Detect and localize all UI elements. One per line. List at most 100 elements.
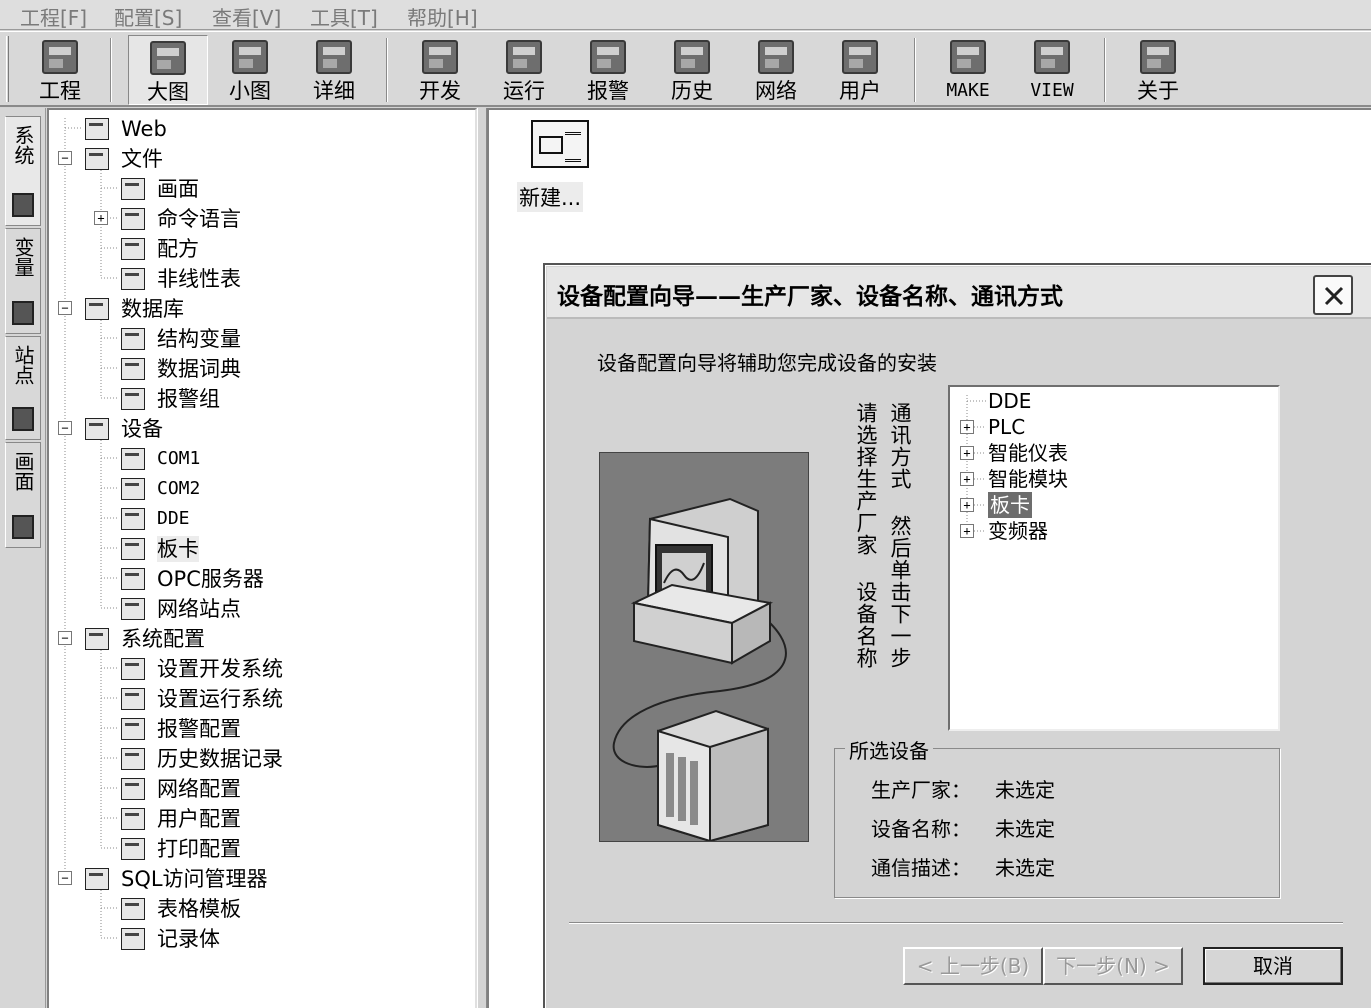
tree-expander-devices[interactable]: − [58, 421, 72, 435]
device-node-label: 智能模块 [988, 467, 1068, 491]
folder-icon [85, 148, 109, 170]
tree-item-label: 网络站点 [157, 597, 241, 621]
user-config-icon [121, 808, 145, 830]
toolbar-alarm-button[interactable]: 报警 [572, 35, 644, 105]
serial-port-icon [121, 448, 145, 470]
device-node-label: 变频器 [988, 519, 1048, 543]
toolbar-project-button[interactable]: 工程 [24, 35, 96, 105]
dialog-separator [569, 922, 1343, 924]
toolbar-run-button[interactable]: 运行 [488, 35, 560, 105]
prev-button[interactable]: < 上一步(B) [903, 947, 1043, 985]
next-button[interactable]: 下一步(N) > [1043, 947, 1183, 985]
comm-desc-label: 通信描述： [871, 856, 971, 880]
toolbar-network-button[interactable]: 网络 [740, 35, 812, 105]
tree-item-label: 系统配置 [121, 627, 205, 651]
toolbar-separator [914, 38, 916, 102]
alarm-config-icon [121, 718, 145, 740]
struct-variable-icon [121, 328, 145, 350]
toolbar-details-button[interactable]: 详细 [298, 35, 370, 105]
device-expander-smart-instrument[interactable]: + [960, 446, 974, 460]
tab-station[interactable]: 站点 [5, 336, 41, 440]
dialog-title-bar[interactable]: 设备配置向导——生产厂家、设备名称、通讯方式 [547, 267, 1371, 319]
screen-icon [12, 515, 34, 539]
system-icon [12, 193, 34, 217]
toolbar-make-button[interactable]: MAKE [930, 35, 1006, 105]
history-record-icon [121, 748, 145, 770]
tree-item-label: DDE [157, 508, 190, 529]
recipe-icon [121, 238, 145, 260]
board-card-icon [121, 538, 145, 560]
toolbar-history-button[interactable]: 历史 [656, 35, 728, 105]
tree-expander-file[interactable]: − [58, 151, 72, 165]
toolbar-label: 运行 [503, 79, 545, 103]
make-icon [950, 40, 986, 74]
nonlinear-table-icon [121, 268, 145, 290]
alarm-group-icon [121, 388, 145, 410]
tree-item-label: 数据词典 [157, 357, 241, 381]
toolbar-large-icons-button[interactable]: 大图 [128, 35, 208, 105]
tab-system[interactable]: 系统 [5, 116, 41, 226]
tools-icon [85, 628, 109, 650]
device-expander-board-card[interactable]: + [960, 498, 974, 512]
tree-item-label: 板卡 [157, 536, 199, 562]
tree-item-label: 画面 [157, 177, 199, 201]
toolbar-label: 关于 [1137, 79, 1179, 103]
instruction-line: 然后单击下一步 [888, 515, 912, 669]
side-tab-bar: 系统 变量 站点 画面 [0, 108, 46, 1008]
device-expander-inverter[interactable]: + [960, 524, 974, 538]
record-icon [121, 928, 145, 950]
device-expander-plc[interactable]: + [960, 420, 974, 434]
tree-expander-sql-manager[interactable]: − [58, 871, 72, 885]
menu-tools[interactable]: 工具[T] [310, 2, 378, 31]
history-icon [674, 40, 710, 74]
instruction-line: 设备名称 [854, 581, 878, 669]
tree-expander-system-config[interactable]: − [58, 631, 72, 645]
device-node-label: DDE [988, 389, 1032, 413]
print-config-icon [121, 838, 145, 860]
menu-project[interactable]: 工程[F] [20, 2, 87, 31]
devices-icon [85, 418, 109, 440]
toolbar-develop-button[interactable]: 开发 [404, 35, 476, 105]
cancel-button[interactable]: 取消 [1203, 947, 1343, 985]
toolbar-view-button[interactable]: VIEW [1014, 35, 1090, 105]
new-device-label: 新建... [517, 182, 584, 212]
tree-item-label: Web [121, 117, 167, 141]
computer-device-illustration [599, 452, 809, 843]
serial-port-icon [121, 478, 145, 500]
menu-view[interactable]: 查看[V] [212, 2, 281, 31]
toolbar-user-button[interactable]: 用户 [824, 35, 896, 105]
device-wizard-dialog: 设备配置向导——生产厂家、设备名称、通讯方式 设备配置向导将辅助您完成设备的安装 [543, 263, 1371, 1008]
device-expander-smart-module[interactable]: + [960, 472, 974, 486]
toolbar-grip[interactable] [6, 36, 9, 102]
tab-label: 变量 [11, 237, 35, 277]
toolbar-about-button[interactable]: 关于 [1122, 35, 1194, 105]
toolbar-label: 用户 [839, 79, 881, 103]
toolbar-label: 小图 [229, 79, 271, 103]
sql-icon [85, 868, 109, 890]
tree-expander-database[interactable]: − [58, 301, 72, 315]
develop-icon [422, 40, 458, 74]
tab-label: 画面 [11, 451, 35, 491]
tab-screen[interactable]: 画面 [5, 442, 41, 548]
tree-item-label: 记录体 [157, 927, 220, 951]
toolbar-label: VIEW [1030, 80, 1074, 101]
toolbar-separator [386, 38, 388, 102]
tab-label: 系统 [11, 125, 35, 165]
group-title: 所选设备 [845, 735, 933, 764]
tree-item-label: 打印配置 [157, 837, 241, 861]
tab-variable[interactable]: 变量 [5, 228, 41, 334]
close-button[interactable] [1313, 275, 1353, 315]
menu-help[interactable]: 帮助[H] [407, 2, 478, 31]
tree-item-label: 设置运行系统 [157, 687, 283, 711]
tree-item-label: 报警组 [157, 387, 220, 411]
menu-bar: 工程[F] 配置[S] 查看[V] 工具[T] 帮助[H] [0, 0, 1371, 30]
toolbar-separator [110, 38, 112, 102]
wizard-intro-text: 设备配置向导将辅助您完成设备的安装 [597, 351, 937, 375]
station-icon [12, 407, 34, 431]
panel-splitter[interactable] [477, 108, 487, 1008]
details-icon [316, 40, 352, 74]
menu-config[interactable]: 配置[S] [114, 2, 182, 31]
toolbar-small-icons-button[interactable]: 小图 [214, 35, 286, 105]
tree-expander-command-language[interactable]: + [94, 211, 108, 225]
project-tree: Web − 文件 画面 + 命令语言 配方 非线性表 − 数据库 结构变量 数据… [47, 108, 477, 1008]
